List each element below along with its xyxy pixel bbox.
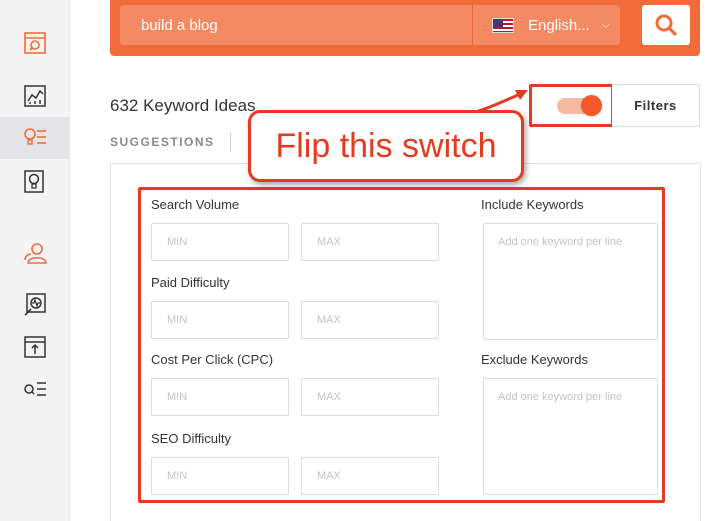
- users-icon: [24, 243, 47, 264]
- filters-toggle-highlight: [529, 84, 614, 127]
- content-ideas-icon: [24, 170, 44, 193]
- page-title: 632 Keyword Ideas: [110, 96, 256, 115]
- language-select[interactable]: English... ⌵: [472, 5, 620, 45]
- filters-button[interactable]: Filters: [612, 84, 700, 127]
- sidebar-item-search-list[interactable]: [0, 369, 70, 411]
- toggle-knob: [581, 95, 602, 116]
- search-list-icon: [24, 382, 46, 396]
- page: English... ⌵ 632 Keyword Ideas Filters S…: [0, 0, 719, 521]
- site-audit-icon: [24, 293, 46, 316]
- search-icon: [655, 14, 677, 36]
- sidebar-item-users[interactable]: [0, 232, 70, 274]
- search-button[interactable]: [642, 5, 690, 45]
- tab-suggestions[interactable]: SUGGESTIONS: [110, 135, 215, 149]
- keyword-ideas-icon: [24, 128, 46, 145]
- filters-highlight-box: [138, 187, 665, 503]
- rank-tracking-icon: [24, 336, 46, 358]
- sidebar-item-rank-tracking[interactable]: [0, 326, 70, 368]
- sidebar-item-site-audit[interactable]: [0, 283, 70, 325]
- language-label: English...: [528, 16, 590, 34]
- chevron-down-icon: ⌵: [601, 18, 611, 31]
- sidebar-item-overview[interactable]: [0, 22, 70, 64]
- us-flag-icon: [492, 17, 514, 33]
- filters-toggle[interactable]: [557, 95, 602, 116]
- tab-divider: [230, 132, 231, 152]
- search-bar: English... ⌵: [110, 0, 700, 56]
- search-input[interactable]: [120, 5, 472, 45]
- annotation-callout: Flip this switch: [248, 110, 524, 182]
- sidebar-item-keyword-ideas[interactable]: [0, 117, 70, 159]
- chart-icon: [24, 85, 46, 107]
- sidebar: [0, 0, 70, 521]
- sidebar-item-traffic[interactable]: [0, 75, 70, 117]
- browser-search-icon: [24, 32, 46, 54]
- sidebar-item-content-ideas[interactable]: [0, 160, 70, 202]
